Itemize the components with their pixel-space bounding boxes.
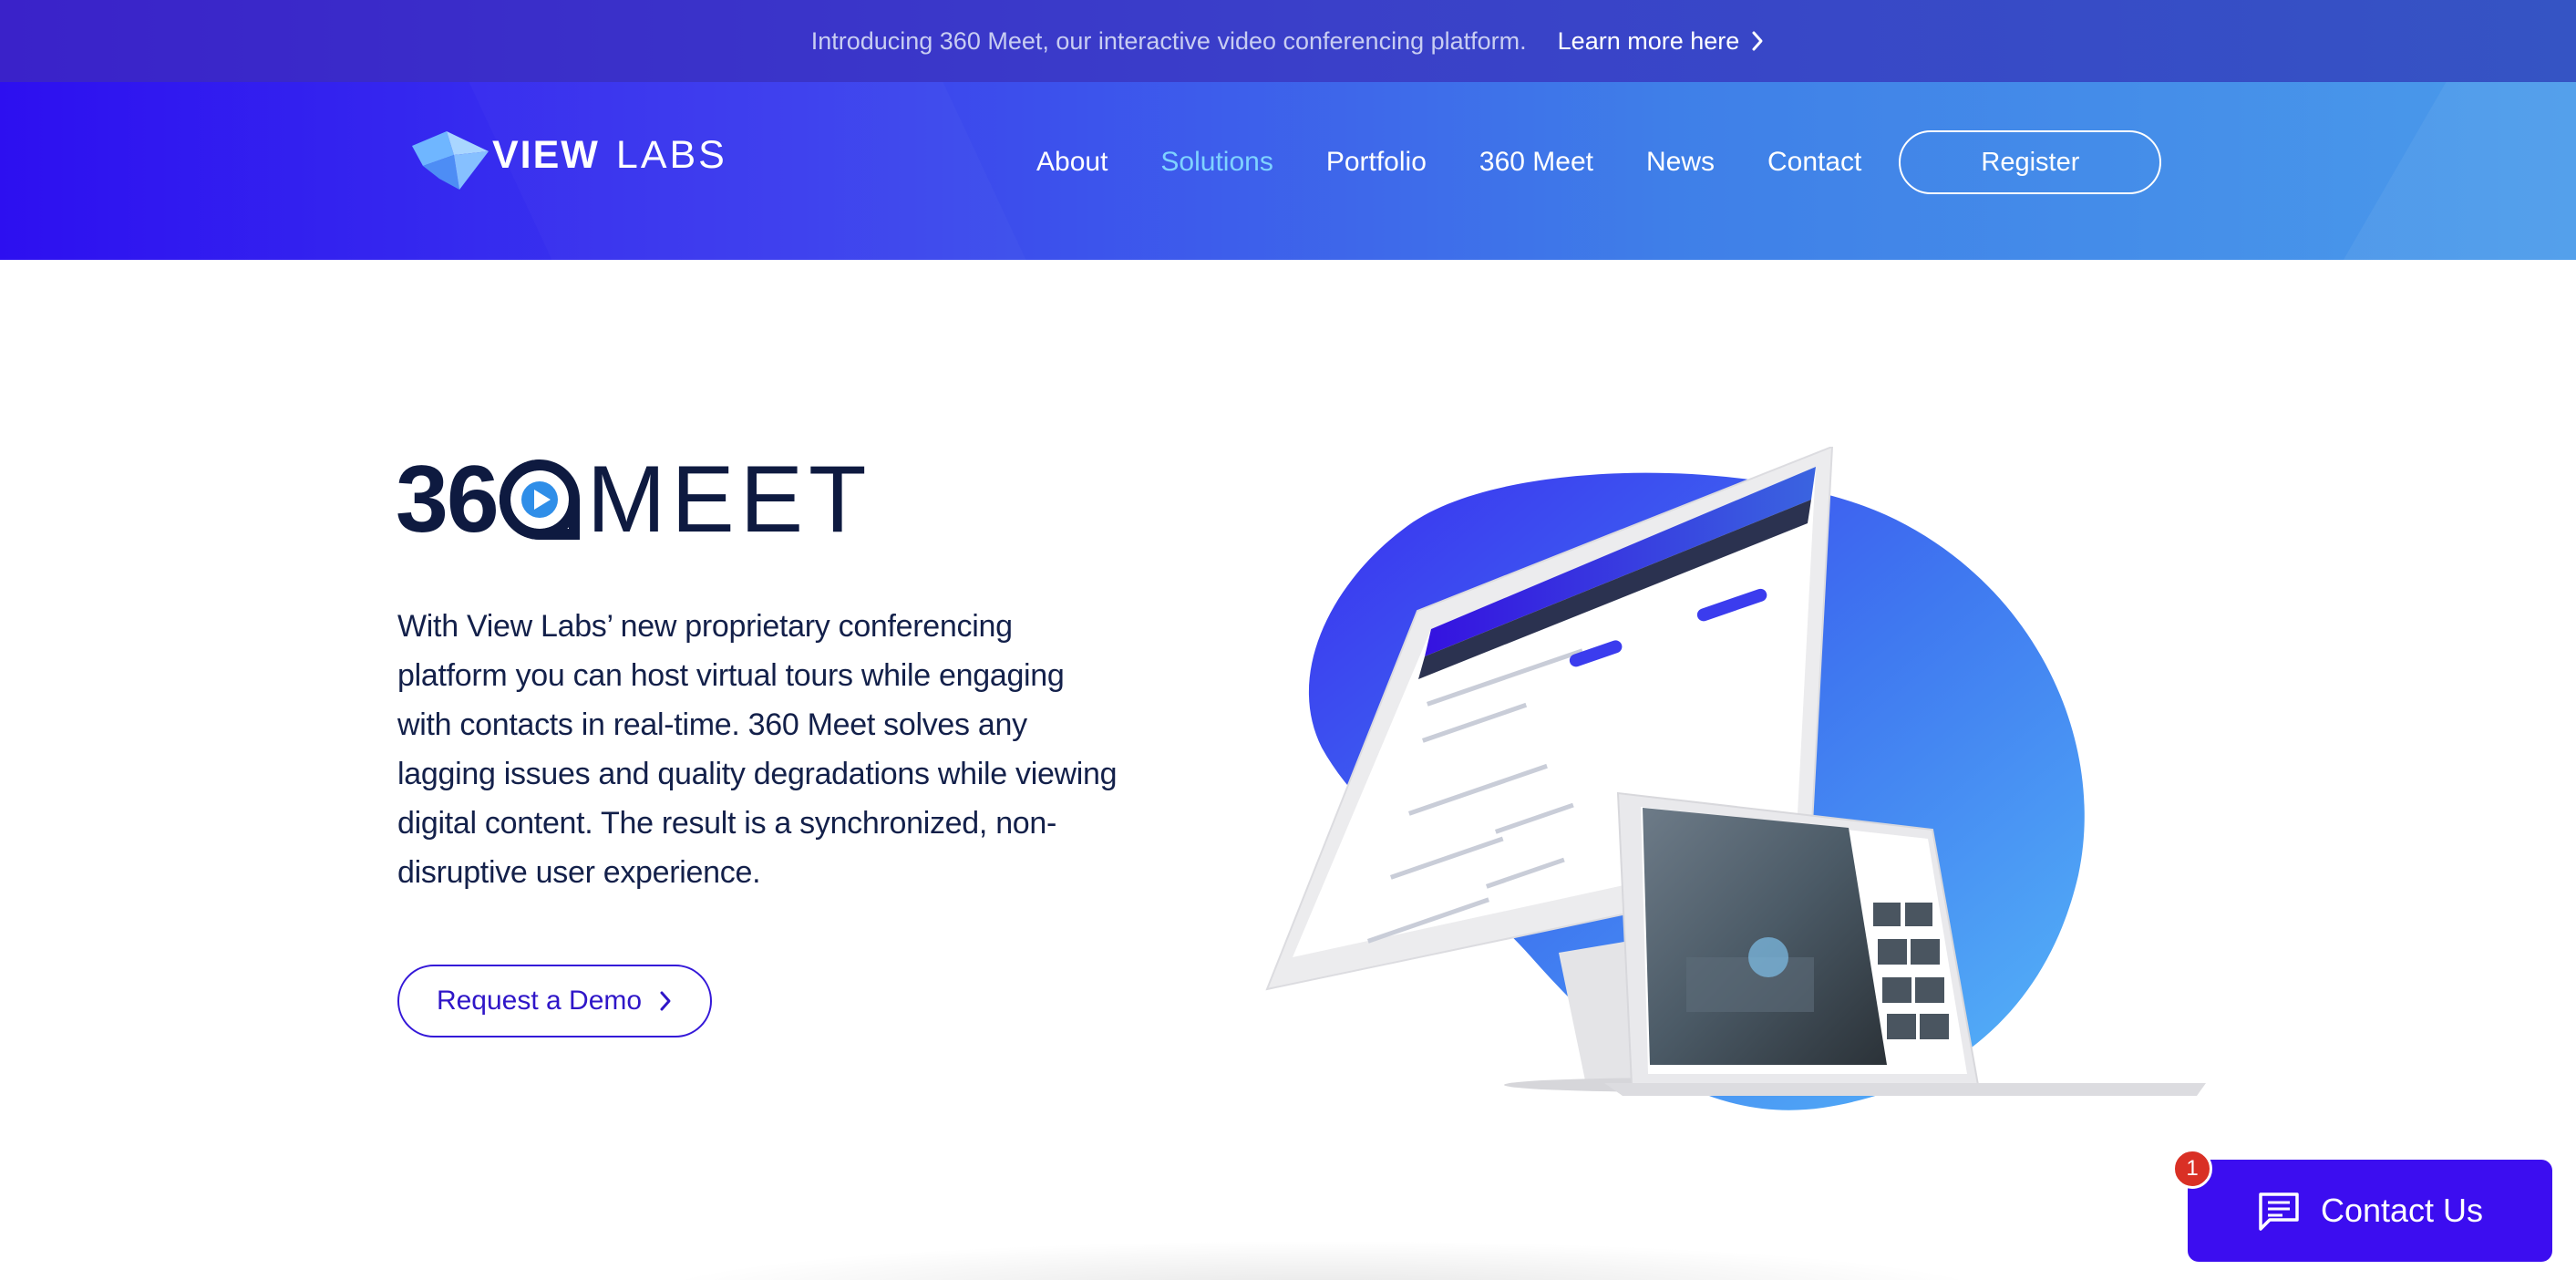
notification-badge: 1 bbox=[2172, 1149, 2212, 1189]
view-labs-logo-icon bbox=[412, 131, 489, 190]
nav-contact[interactable]: Contact bbox=[1767, 147, 1861, 178]
nav-about[interactable]: About bbox=[1036, 147, 1108, 178]
contact-us-label: Contact Us bbox=[2320, 1192, 2484, 1229]
chat-icon bbox=[2259, 1192, 2299, 1231]
chevron-right-icon bbox=[1752, 31, 1763, 51]
play-circle-icon bbox=[499, 459, 580, 540]
request-demo-label: Request a Demo bbox=[436, 986, 643, 1016]
view-labs-logo[interactable]: VIEW LABS bbox=[405, 119, 727, 191]
register-button[interactable]: Register bbox=[1899, 130, 2162, 194]
devices-illustration bbox=[1265, 447, 2206, 1110]
request-demo-button[interactable]: Request a Demo bbox=[397, 965, 712, 1037]
learn-more-label: Learn more here bbox=[1557, 26, 1740, 55]
contact-us-widget[interactable]: Contact Us bbox=[2188, 1160, 2552, 1262]
logo-number: 36 bbox=[396, 447, 500, 552]
chevron-right-icon bbox=[660, 991, 671, 1011]
logo-text-labs: LABS bbox=[615, 132, 727, 177]
announcement-bar: Introducing 360 Meet, our interactive vi… bbox=[0, 0, 2576, 82]
nav-360-meet[interactable]: 360 Meet bbox=[1479, 147, 1593, 178]
site-header: VIEW LABS About Solutions Portfolio 360 … bbox=[0, 82, 2576, 260]
logo-word: MEET bbox=[586, 447, 872, 552]
announcement-text: Introducing 360 Meet, our interactive vi… bbox=[810, 26, 1527, 55]
nav-solutions[interactable]: Solutions bbox=[1160, 147, 1273, 178]
hero-description: With View Labs’ new proprietary conferen… bbox=[397, 609, 1118, 890]
main-nav: About Solutions Portfolio 360 Meet News … bbox=[1010, 129, 2162, 195]
360-meet-logo: 36 MEET bbox=[396, 447, 872, 552]
learn-more-link[interactable]: Learn more here bbox=[1558, 27, 1766, 56]
logo-text-view: VIEW bbox=[492, 132, 600, 177]
nav-portfolio[interactable]: Portfolio bbox=[1326, 147, 1427, 178]
nav-news[interactable]: News bbox=[1646, 147, 1715, 178]
